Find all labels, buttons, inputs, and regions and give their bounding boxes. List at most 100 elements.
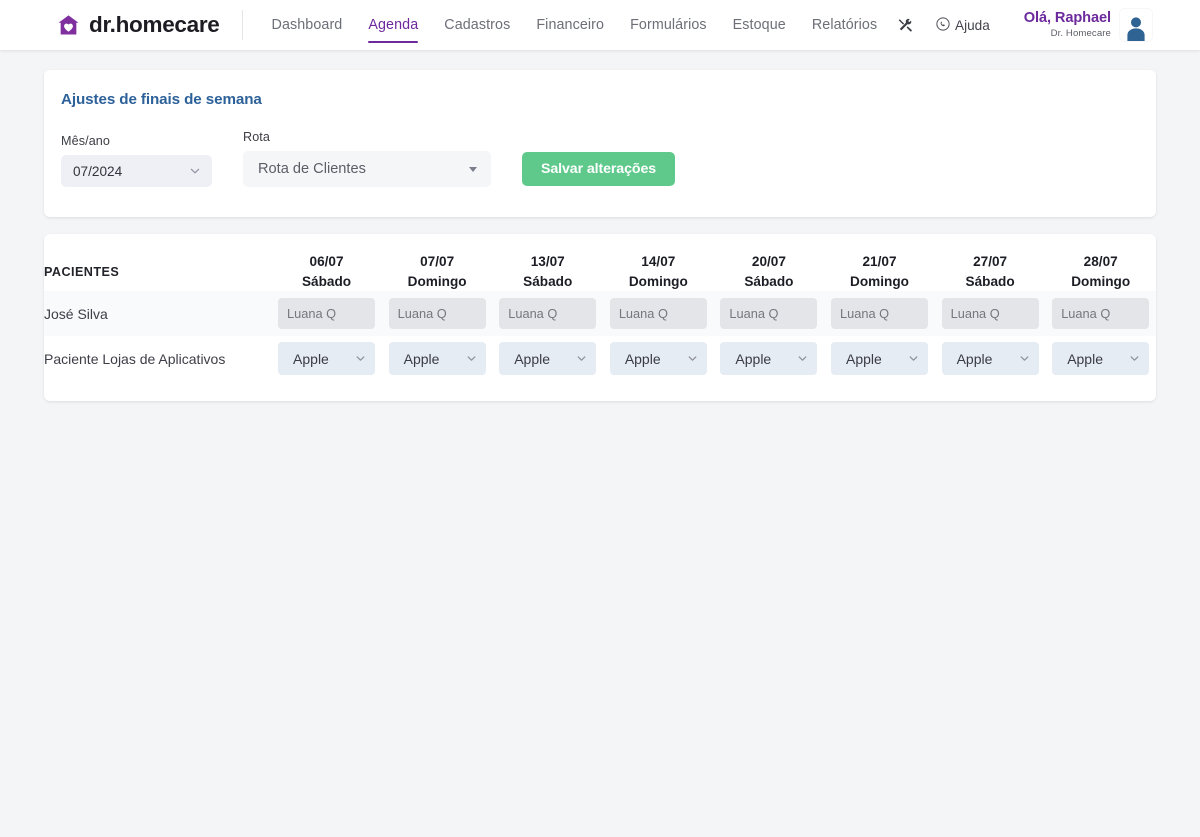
column-header-day-4: 20/07 Sábado [714, 252, 825, 291]
caregiver-input[interactable] [720, 298, 818, 330]
chevron-down-icon [797, 353, 808, 364]
schedule-cell: Apple [603, 336, 714, 381]
caregiver-input[interactable] [1052, 298, 1150, 330]
chevron-down-icon [576, 353, 587, 364]
route-value: Rota de Clientes [258, 161, 366, 177]
table-row: José Silva [44, 291, 1156, 337]
store-select[interactable]: Apple [499, 342, 597, 376]
nav-item-agenda[interactable]: Agenda [368, 0, 419, 50]
month-year-label: Mês/ano [61, 134, 111, 148]
schedule-cell [381, 291, 493, 337]
month-year-select[interactable]: 07/2024 [61, 155, 212, 187]
store-value: Apple [624, 350, 661, 367]
column-header-day-6: 27/07 Sábado [935, 252, 1046, 291]
chevron-down-icon [466, 353, 477, 364]
schedule-cell: Apple [935, 336, 1046, 381]
store-select[interactable]: Apple [609, 342, 707, 376]
day-date: 21/07 [862, 254, 897, 269]
patient-name: José Silva [44, 291, 272, 337]
nav-item-relatorios[interactable]: Relatórios [812, 0, 877, 50]
caret-down-icon [469, 166, 477, 172]
chevron-down-icon [1019, 353, 1030, 364]
filter-row: Mês/ano 07/2024 Rota Rota de Clientes Sa… [44, 130, 1156, 187]
store-value: Apple [1067, 350, 1103, 367]
nav-item-financeiro[interactable]: Financeiro [536, 0, 604, 50]
caregiver-input[interactable] [831, 298, 928, 330]
schedule-cell: Apple [382, 336, 493, 381]
schedule-cell [271, 291, 382, 337]
user-menu[interactable]: Olá, Raphael Dr. Homecare [1024, 9, 1152, 41]
top-bar-actions: Ajuda Olá, Raphael Dr. Homecare [897, 9, 1152, 41]
store-value: Apple [735, 350, 772, 367]
top-navigation-bar: dr.homecare Dashboard Agenda Cadastros F… [0, 0, 1200, 50]
day-weekday: Sábado [965, 273, 1015, 289]
store-select[interactable]: Apple [941, 342, 1039, 376]
store-value: Apple [293, 350, 329, 367]
chevron-down-icon [189, 165, 201, 177]
caregiver-input[interactable] [388, 298, 486, 330]
column-header-day-7: 28/07 Domingo [1045, 252, 1156, 291]
day-date: 13/07 [530, 254, 565, 269]
schedule-cell: Apple [271, 336, 382, 381]
nav-item-estoque[interactable]: Estoque [733, 0, 786, 50]
whatsapp-icon [936, 16, 950, 34]
help-label: Ajuda [955, 17, 990, 33]
schedule-cell: Apple [714, 336, 825, 381]
day-weekday: Domingo [407, 273, 467, 289]
day-weekday: Domingo [850, 273, 909, 289]
schedule-cell [603, 291, 714, 337]
help-link[interactable]: Ajuda [936, 16, 990, 34]
nav-item-dashboard[interactable]: Dashboard [272, 0, 343, 50]
chevron-down-icon [908, 353, 919, 364]
chevron-down-icon [355, 353, 366, 364]
caregiver-input[interactable] [609, 298, 707, 330]
store-value: Apple [403, 350, 440, 367]
day-date: 20/07 [751, 254, 786, 269]
table-row: Paciente Lojas de Aplicativos Apple Appl… [44, 336, 1156, 381]
route-label: Rota [243, 130, 271, 144]
table-header-row: PACIENTES 06/07 Sábado 07/07 Domingo 13/… [44, 252, 1156, 291]
column-header-day-1: 07/07 Domingo [382, 252, 493, 291]
column-header-day-5: 21/07 Domingo [824, 252, 935, 291]
day-weekday: Sábado [523, 273, 573, 289]
store-select[interactable]: Apple [1052, 342, 1150, 376]
schedule-cell: Apple [492, 336, 603, 381]
chevron-down-icon [1129, 353, 1140, 364]
avatar[interactable] [1120, 9, 1152, 41]
schedule-cell [1045, 291, 1156, 337]
day-weekday: Sábado [301, 273, 352, 289]
nav-item-cadastros[interactable]: Cadastros [444, 0, 510, 50]
nav-item-formularios[interactable]: Formulários [630, 0, 707, 50]
store-select[interactable]: Apple [388, 342, 486, 376]
user-organization: Dr. Homecare [1050, 27, 1111, 39]
schedule-cell: Apple [1045, 336, 1156, 381]
chevron-down-icon [687, 353, 698, 364]
caregiver-input[interactable] [278, 298, 376, 330]
column-header-day-0: 06/07 Sábado [271, 252, 382, 291]
column-header-day-3: 14/07 Domingo [603, 252, 714, 291]
house-heart-logo-icon [57, 14, 80, 36]
schedule-table: PACIENTES 06/07 Sábado 07/07 Domingo 13/… [44, 252, 1156, 381]
store-value: Apple [514, 350, 551, 367]
schedule-cell [934, 291, 1046, 337]
table-head: PACIENTES 06/07 Sábado 07/07 Domingo 13/… [44, 252, 1156, 291]
day-date: 28/07 [1083, 254, 1118, 269]
day-date: 27/07 [973, 254, 1008, 269]
schedule-cell [492, 291, 604, 337]
store-select[interactable]: Apple [278, 342, 376, 376]
route-select[interactable]: Rota de Clientes [243, 151, 491, 187]
day-date: 14/07 [641, 254, 676, 269]
user-info: Olá, Raphael Dr. Homecare [1024, 10, 1111, 39]
save-changes-button[interactable]: Salvar alterações [522, 152, 676, 186]
caregiver-input[interactable] [941, 298, 1039, 330]
store-select[interactable]: Apple [720, 342, 818, 376]
patient-name: Paciente Lojas de Aplicativos [44, 350, 226, 367]
table-body: José Silva Luana Q Luana Q Luana Q Luana… [44, 291, 1156, 381]
day-date: 06/07 [309, 254, 344, 269]
store-value: Apple [846, 350, 882, 367]
tools-icon[interactable] [897, 17, 914, 34]
caregiver-input[interactable] [499, 298, 597, 330]
brand-logo[interactable]: dr.homecare [57, 10, 243, 40]
schedule-cell [824, 291, 935, 337]
store-select[interactable]: Apple [831, 342, 928, 376]
